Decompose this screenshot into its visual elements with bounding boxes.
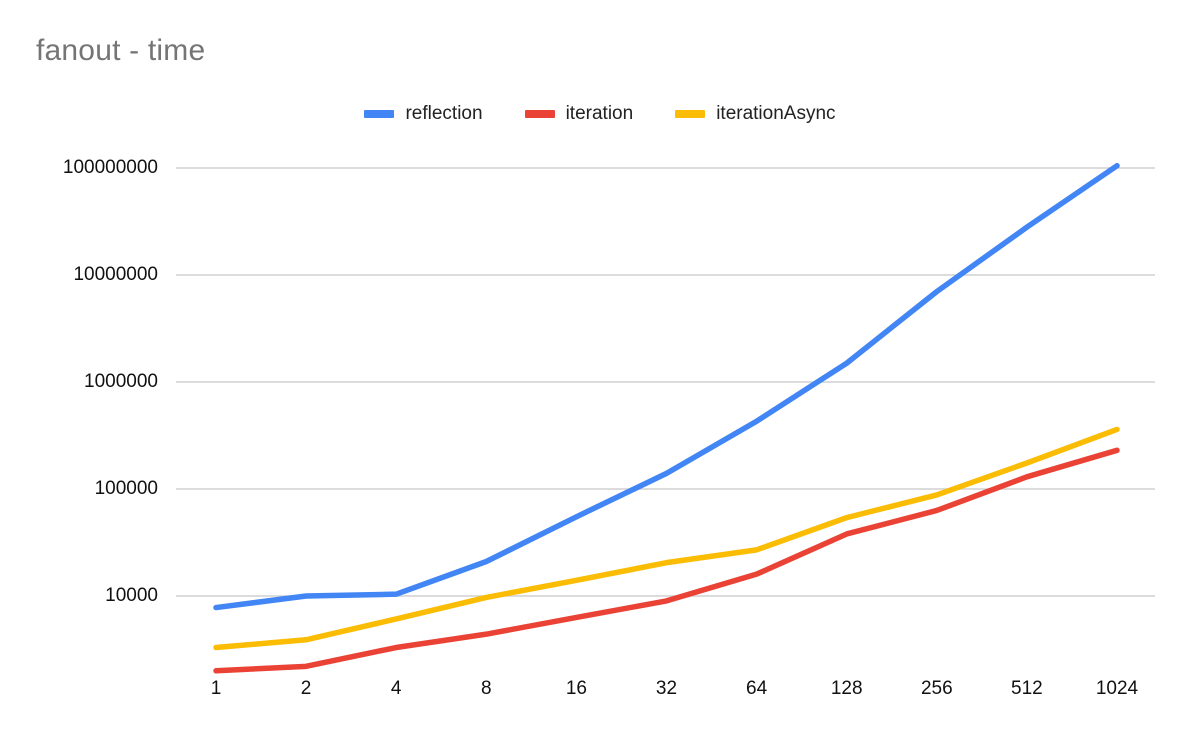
x-axis-tick-label: 2 <box>300 678 312 699</box>
x-axis-tick-label: 1024 <box>1095 678 1139 699</box>
y-axis-tick: 100000 <box>0 478 170 511</box>
y-axis-tick: 100000000 <box>0 157 170 190</box>
x-axis-tick-label: 64 <box>746 678 768 699</box>
x-axis-tick-label: 512 <box>1011 678 1043 699</box>
series-line-reflection[interactable] <box>213 162 1120 611</box>
plot-area <box>176 162 1155 674</box>
series-lines <box>213 162 1120 674</box>
y-axis-tick-label: 100000000 <box>62 157 158 178</box>
x-axis-tick-label: 16 <box>565 678 587 699</box>
x-axis-tick-label: 4 <box>390 678 402 699</box>
x-axis-tick-label: 128 <box>830 678 863 699</box>
x-axis-tick-label: 32 <box>655 678 678 699</box>
y-axis-tick: 10000000 <box>0 264 170 297</box>
gridlines <box>176 167 1155 597</box>
x-axis-tick-label: 1 <box>210 678 222 699</box>
chart-container: fanout - time reflection iteration itera… <box>0 0 1200 744</box>
x-axis-tick-label: 8 <box>481 678 492 699</box>
y-axis-tick-label: 1000000 <box>84 371 158 392</box>
y-axis-tick-label: 10000000 <box>73 264 158 285</box>
y-axis-tick: 1000000 <box>0 371 170 404</box>
y-axis-tick-label: 100000 <box>94 478 158 499</box>
x-axis-tick-label: 256 <box>920 678 953 699</box>
series-line-iterationasync[interactable] <box>213 426 1120 651</box>
y-axis-tick-label: 10000 <box>105 585 158 606</box>
y-axis-tick: 10000 <box>0 585 170 618</box>
